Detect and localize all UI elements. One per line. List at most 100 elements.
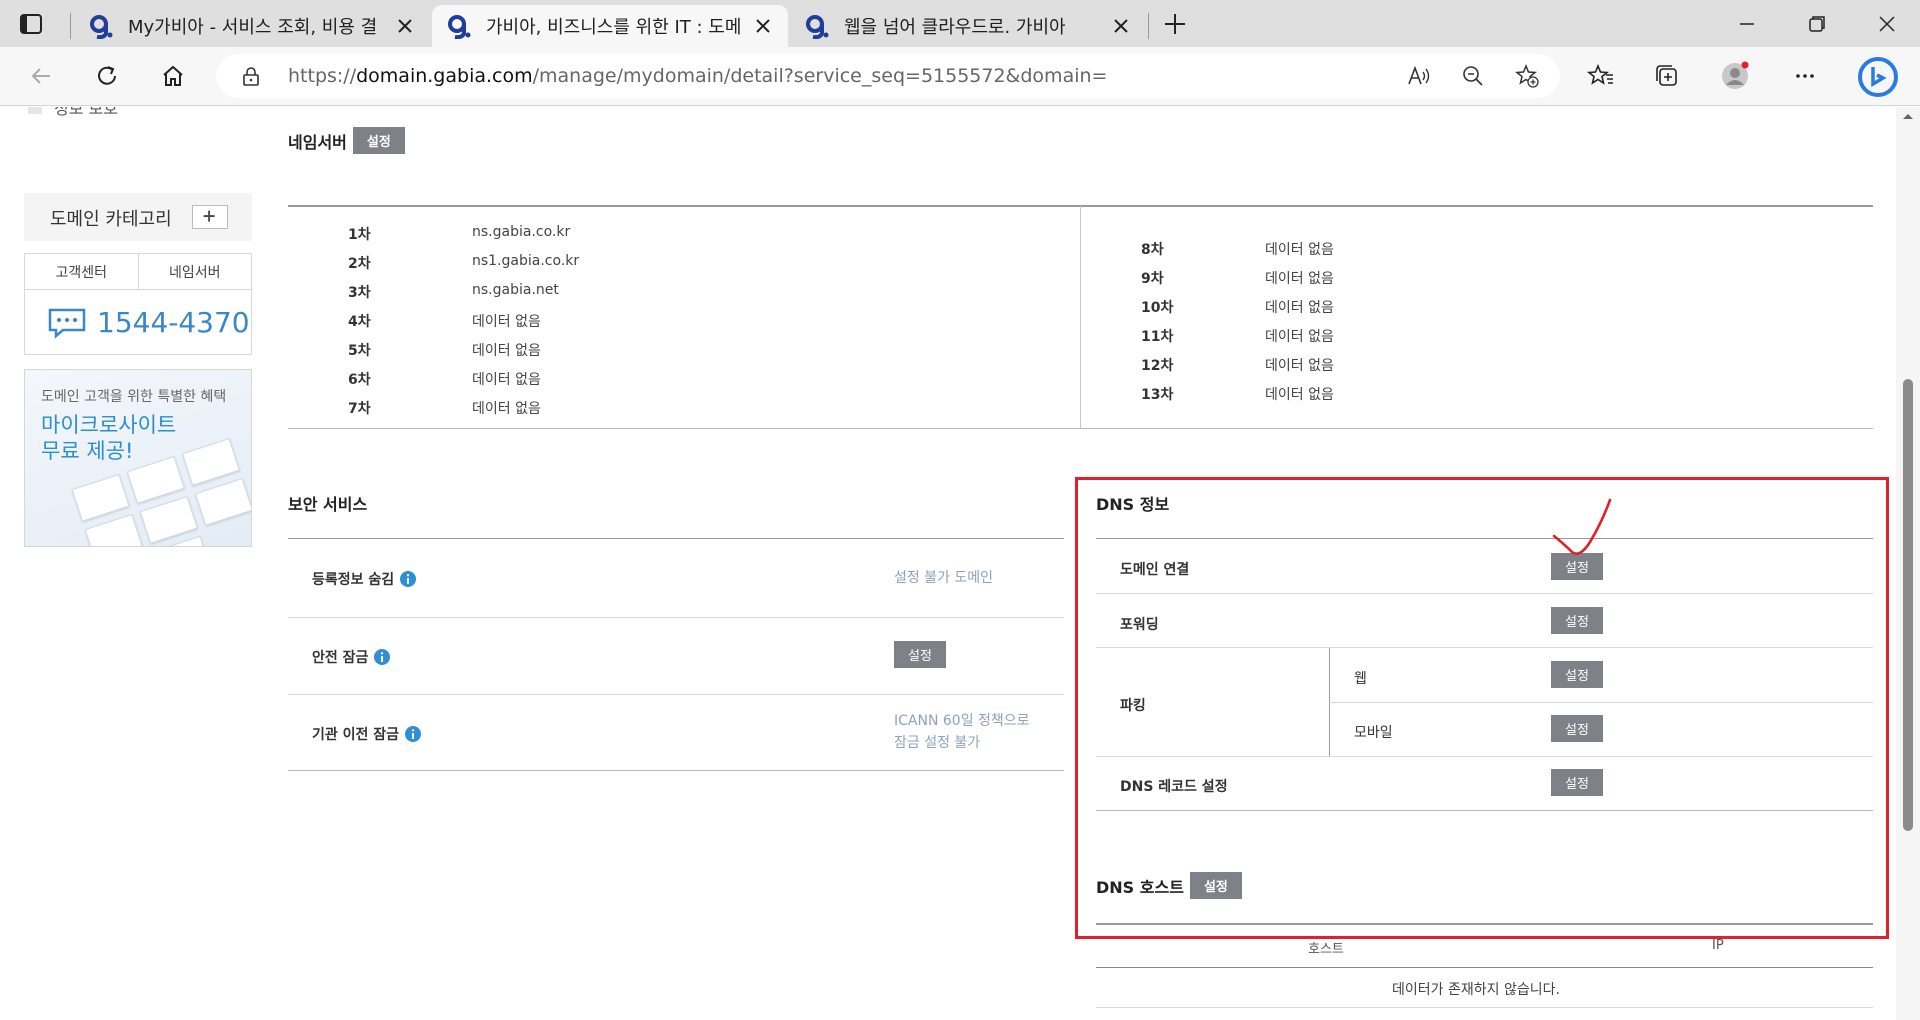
sidebar-item-label: 정보 보호 <box>54 107 118 118</box>
add-favorite-icon[interactable] <box>1514 63 1540 89</box>
divider <box>288 538 1064 539</box>
info-icon[interactable] <box>405 726 422 742</box>
nameserver-row: 7차 데이터 없음 <box>348 398 541 418</box>
nameserver-value: 데이터 없음 <box>1265 242 1334 258</box>
gabia-logo-icon <box>448 15 471 39</box>
nameserver-value: 데이터 없음 <box>472 401 541 417</box>
url-host: domain.gabia.com <box>356 65 533 87</box>
nameserver-row: 11차 데이터 없음 <box>1141 326 1334 346</box>
row-safe-lock: 안전 잠금 <box>312 647 391 667</box>
nameserver-value: ns1.gabia.co.kr <box>472 253 580 269</box>
divider <box>288 617 1064 618</box>
browser-tab-bar: My가비아 - 서비스 조회, 비용 결 가비아, 비즈니스를 위한 IT : … <box>0 0 1920 47</box>
nameserver-rank: 5차 <box>348 343 371 359</box>
nameserver-rank: 9차 <box>1141 271 1164 287</box>
page-scrollbar[interactable] <box>1896 107 1920 1020</box>
tab-gabia-cloud[interactable]: 웹을 넘어 클라우드로. 가비아 <box>790 5 1146 47</box>
safe-lock-settings-button[interactable]: 설정 <box>894 641 946 668</box>
collections-icon[interactable] <box>1652 61 1682 91</box>
lock-icon[interactable] <box>240 65 262 87</box>
nameserver-rank: 7차 <box>348 401 371 417</box>
tab-close-icon[interactable] <box>1110 15 1132 37</box>
url-path: /manage/mydomain/detail?service_seq=5155… <box>532 65 1108 87</box>
plus-icon <box>203 210 215 222</box>
profile-avatar-icon[interactable] <box>1720 61 1750 91</box>
row-label: 안전 잠금 <box>312 650 369 666</box>
tab-separator <box>70 13 71 39</box>
row-registrar-transfer-lock: 기관 이전 잠금 <box>312 724 422 744</box>
sidebar-item-info-protection[interactable]: 정보 보호 <box>28 107 118 119</box>
restore-icon[interactable] <box>1802 9 1832 39</box>
info-icon[interactable] <box>400 571 417 587</box>
scroll-thumb[interactable] <box>1903 379 1913 831</box>
tab-close-icon[interactable] <box>394 15 416 37</box>
privacy-status: 설정 불가 도메인 <box>894 570 994 586</box>
gabia-logo-icon <box>90 15 113 39</box>
domain-category-label: 도메인 카테고리 <box>50 209 172 230</box>
nameserver-rank: 13차 <box>1141 387 1174 403</box>
divider <box>288 770 1064 771</box>
row-privacy-protection: 등록정보 숨김 <box>312 569 417 589</box>
nameserver-rank: 3차 <box>348 285 371 301</box>
tab-gabia-domain[interactable]: 가비아, 비즈니스를 위한 IT : 도메 <box>432 5 788 47</box>
bing-copilot-icon[interactable] <box>1856 55 1900 99</box>
nameserver-rank: 2차 <box>348 256 371 272</box>
info-icon[interactable] <box>374 649 391 665</box>
close-window-icon[interactable] <box>1872 9 1902 39</box>
url-scheme: https:// <box>288 65 357 87</box>
microsite-banner[interactable]: 도메인 고객을 위한 특별한 혜택 마이크로사이트 무료 제공! <box>24 369 252 547</box>
address-bar[interactable]: https://domain.gabia.com/manage/mydomain… <box>216 54 1560 98</box>
nameserver-row: 1차 ns.gabia.co.kr <box>348 224 570 244</box>
tab-close-icon[interactable] <box>752 15 774 37</box>
tab-mygabia[interactable]: My가비아 - 서비스 조회, 비용 결 <box>74 5 430 47</box>
nameserver-rank: 12차 <box>1141 358 1174 374</box>
support-phone: 1544-4370 <box>47 306 250 339</box>
row-label: 등록정보 숨김 <box>312 572 395 588</box>
transfer-lock-status: ICANN 60일 정책으로 잠금 설정 불가 <box>894 710 1030 754</box>
add-category-button[interactable] <box>192 205 228 229</box>
tab-customer-center[interactable]: 고객센터 <box>25 254 139 289</box>
nameserver-value: ns.gabia.net <box>472 282 559 298</box>
nameserver-rank: 6차 <box>348 372 371 388</box>
chat-bubble-icon <box>48 308 86 339</box>
more-options-icon[interactable] <box>1790 61 1820 91</box>
tab-actions-icon[interactable] <box>18 11 44 37</box>
gabia-logo-icon <box>806 15 829 39</box>
refresh-icon[interactable] <box>92 61 122 91</box>
zoom-out-icon[interactable] <box>1460 63 1486 89</box>
nameserver-value: 데이터 없음 <box>1265 387 1334 403</box>
divider <box>288 428 1873 429</box>
nameserver-row: 2차 ns1.gabia.co.kr <box>348 253 579 273</box>
divider <box>1096 1007 1873 1008</box>
transfer-lock-note-2: 잠금 설정 불가 <box>894 735 981 751</box>
nameserver-value: 데이터 없음 <box>472 343 541 359</box>
nameserver-value: ns.gabia.co.kr <box>472 224 571 240</box>
nameserver-value: 데이터 없음 <box>472 314 541 330</box>
chevron-right-icon <box>28 107 42 114</box>
column-divider <box>1080 206 1081 428</box>
dns-host-empty-message: 데이터가 존재하지 않습니다. <box>1392 982 1560 998</box>
nameserver-row: 3차 ns.gabia.net <box>348 282 559 302</box>
phone-number: 1544-4370 <box>97 306 250 339</box>
browser-toolbar: https://domain.gabia.com/manage/mydomain… <box>0 47 1920 106</box>
domain-category: 도메인 카테고리 <box>24 193 252 241</box>
back-icon[interactable] <box>26 61 56 91</box>
url-text[interactable]: https://domain.gabia.com/manage/mydomain… <box>288 65 1108 87</box>
read-aloud-icon[interactable] <box>1406 63 1432 89</box>
divider <box>1096 967 1873 968</box>
favorites-icon[interactable] <box>1586 61 1616 91</box>
minimize-icon[interactable] <box>1732 9 1762 39</box>
divider <box>288 694 1064 695</box>
nameserver-row: 13차 데이터 없음 <box>1141 384 1334 404</box>
tab-title: My가비아 - 서비스 조회, 비용 결 <box>128 17 378 38</box>
nameserver-value: 데이터 없음 <box>1265 329 1334 345</box>
scroll-up-icon[interactable] <box>1902 111 1914 121</box>
nameserver-row: 12차 데이터 없음 <box>1141 355 1334 375</box>
nameserver-value: 데이터 없음 <box>1265 358 1334 374</box>
nameserver-row: 4차 데이터 없음 <box>348 311 541 331</box>
home-icon[interactable] <box>158 61 188 91</box>
tab-nameserver[interactable]: 네임서버 <box>139 254 252 289</box>
new-tab-icon[interactable] <box>1160 9 1190 39</box>
nameserver-settings-button[interactable]: 설정 <box>352 127 405 154</box>
security-heading: 보안 서비스 <box>288 495 368 514</box>
